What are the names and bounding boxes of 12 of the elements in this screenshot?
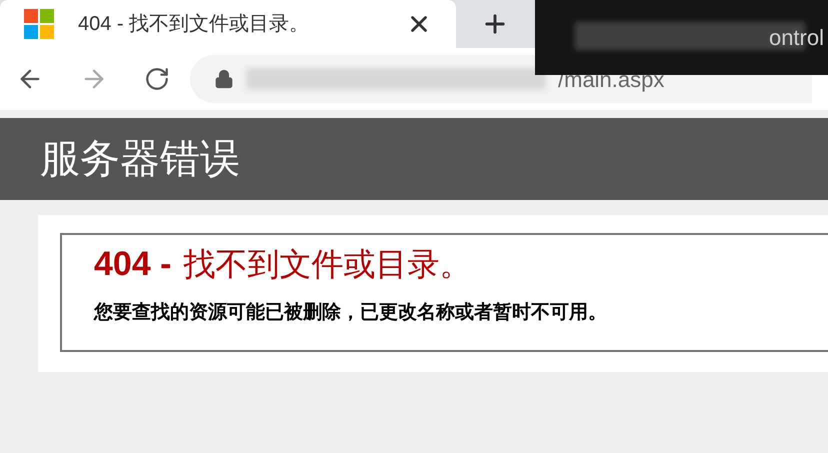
reload-button[interactable]	[144, 66, 170, 92]
popup-text: ontrol	[768, 24, 824, 52]
url-text: /main.aspx	[558, 66, 664, 94]
error-code: 404 -	[94, 244, 172, 285]
error-message: 您要查找的资源可能已被删除，已更改名称或者暂时不可用。	[94, 300, 608, 325]
browser-tab[interactable]: 404 - 找不到文件或目录。	[0, 0, 456, 48]
header-title: 服务器错误	[40, 135, 240, 184]
lock-icon	[214, 69, 234, 89]
tab-title: 404 - 找不到文件或目录。	[78, 12, 310, 37]
reload-icon	[144, 66, 170, 92]
error-title: 找不到文件或目录。	[184, 244, 472, 285]
windows-logo-icon	[24, 9, 54, 39]
